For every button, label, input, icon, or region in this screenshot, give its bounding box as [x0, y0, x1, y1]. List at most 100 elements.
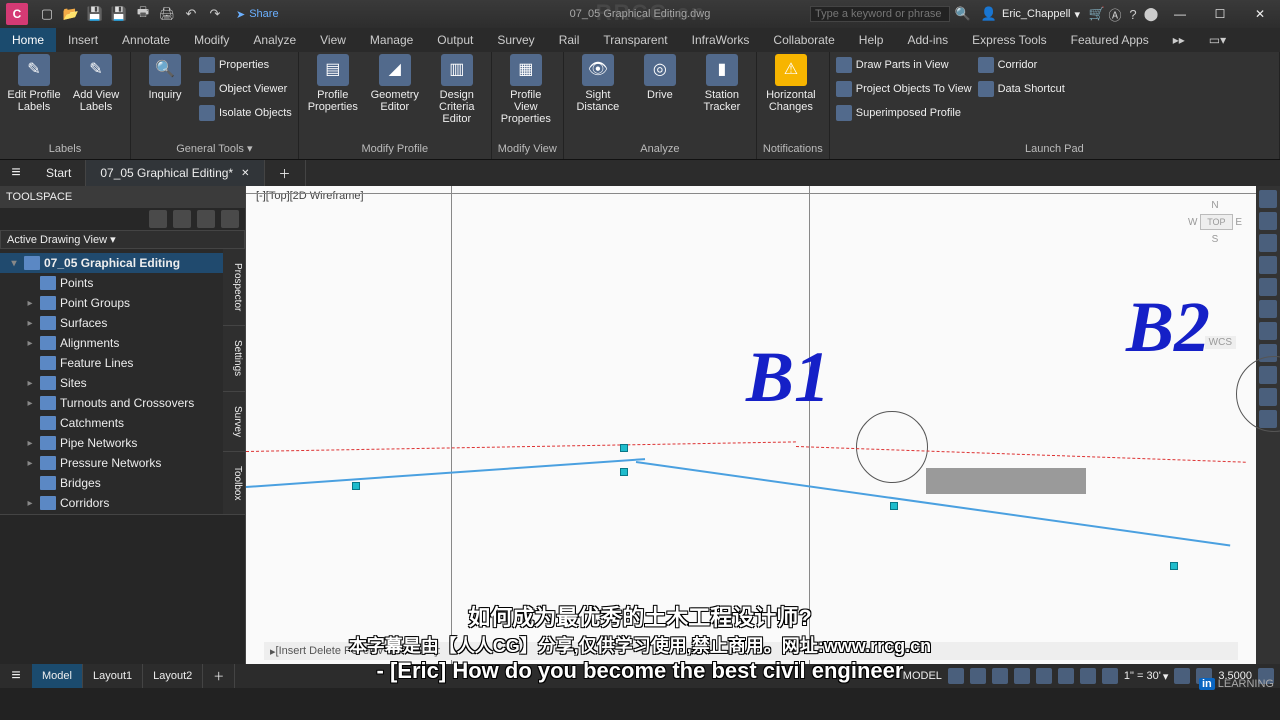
plot-icon[interactable]: 🖶 [134, 5, 152, 23]
tree-node-bridges[interactable]: Bridges [0, 473, 223, 493]
tree-node-surfaces[interactable]: ▸Surfaces [0, 313, 223, 333]
tab-annotate[interactable]: Annotate [110, 28, 182, 52]
edit-profile-labels-button[interactable]: ✎Edit ProfileLabels [6, 54, 62, 113]
station-tracker-button[interactable]: ▮StationTracker [694, 54, 750, 113]
tab-manage[interactable]: Manage [358, 28, 425, 52]
ts-help-icon[interactable] [221, 210, 239, 228]
pvi-grip[interactable] [1170, 562, 1178, 570]
new-doc-button[interactable]: ＋ [265, 160, 306, 186]
tab-analyze[interactable]: Analyze [241, 28, 308, 52]
tree-node-alignments[interactable]: ▸Alignments [0, 333, 223, 353]
apps-icon[interactable]: Ⓐ [1106, 5, 1124, 23]
side-tab-prospector[interactable]: Prospector [223, 249, 245, 326]
ortho-toggle-icon[interactable] [992, 668, 1008, 684]
wcs-label[interactable]: WCS [1205, 336, 1236, 349]
corridor-button[interactable]: Corridor [978, 54, 1065, 76]
scale-display[interactable]: 1" = 30' ▾ [1124, 670, 1168, 683]
close-button[interactable]: ✕ [1240, 0, 1280, 28]
close-icon[interactable]: ✕ [241, 168, 249, 179]
snap-toggle-icon[interactable] [970, 668, 986, 684]
horizontal-changes-button[interactable]: ⚠HorizontalChanges [763, 54, 819, 113]
tree-node-points[interactable]: Points [0, 273, 223, 293]
tree-node-turnouts[interactable]: ▸Turnouts and Crossovers [0, 393, 223, 413]
side-tab-survey[interactable]: Survey [223, 392, 245, 452]
nav-tool-icon[interactable] [1259, 322, 1277, 340]
side-tab-toolbox[interactable]: Toolbox [223, 452, 245, 514]
tab-insert[interactable]: Insert [56, 28, 110, 52]
pvi-grip[interactable] [352, 482, 360, 490]
geometry-editor-button[interactable]: ◢GeometryEditor [367, 54, 423, 113]
ts-tool-icon[interactable] [197, 210, 215, 228]
viewport-label[interactable]: [-][Top][2D Wireframe] [256, 190, 364, 202]
cloud-icon[interactable]: ⬤ [1142, 5, 1160, 23]
tab-rail[interactable]: Rail [547, 28, 592, 52]
tree-root[interactable]: ▾07_05 Graphical Editing [0, 253, 223, 273]
tree-node-pressure-networks[interactable]: ▸Pressure Networks [0, 453, 223, 473]
lwt-toggle-icon[interactable] [1102, 668, 1118, 684]
print-icon[interactable]: 🖨 [158, 5, 176, 23]
doc-menu-button[interactable]: ≡ [0, 164, 32, 182]
inquiry-button[interactable]: 🔍Inquiry [137, 54, 193, 101]
tab-express[interactable]: Express Tools [960, 28, 1058, 52]
dyn-toggle-icon[interactable] [1080, 668, 1096, 684]
superimposed-profile-button[interactable]: Superimposed Profile [836, 102, 972, 124]
panel-title[interactable]: General Tools ▾ [137, 140, 292, 159]
tab-help[interactable]: Help [847, 28, 896, 52]
nav-tool-icon[interactable] [1259, 212, 1277, 230]
search-input[interactable] [810, 6, 950, 22]
add-view-labels-button[interactable]: ✎Add ViewLabels [68, 54, 124, 113]
layout-tab-model[interactable]: Model [32, 664, 83, 688]
nav-tool-icon[interactable] [1259, 234, 1277, 252]
tab-modify[interactable]: Modify [182, 28, 241, 52]
undo-icon[interactable]: ↶ [182, 5, 200, 23]
drawing-canvas[interactable]: [-][Top][2D Wireframe] B1 B2 N W TOP E S… [246, 186, 1256, 664]
isolate-objects-button[interactable]: Isolate Objects [199, 102, 292, 124]
view-cube[interactable]: N W TOP E S [1188, 194, 1242, 251]
redo-icon[interactable]: ↷ [206, 5, 224, 23]
share-button[interactable]: ➤ Share [236, 8, 279, 21]
doc-tab-start[interactable]: Start [32, 160, 86, 186]
saveas-icon[interactable]: 💾 [110, 5, 128, 23]
tree-node-pipe-networks[interactable]: ▸Pipe Networks [0, 433, 223, 453]
new-layout-button[interactable]: ＋ [203, 664, 235, 688]
nav-tool-icon[interactable] [1259, 256, 1277, 274]
object-viewer-button[interactable]: Object Viewer [199, 78, 292, 100]
tab-survey[interactable]: Survey [485, 28, 546, 52]
osnap-toggle-icon[interactable] [1036, 668, 1052, 684]
tree-node-sites[interactable]: ▸Sites [0, 373, 223, 393]
layout-tab-layout1[interactable]: Layout1 [83, 664, 143, 688]
tab-addins[interactable]: Add-ins [895, 28, 960, 52]
minimize-button[interactable]: — [1160, 0, 1200, 28]
tree-node-catchments[interactable]: Catchments [0, 413, 223, 433]
polar-toggle-icon[interactable] [1014, 668, 1030, 684]
tab-featured[interactable]: Featured Apps [1059, 28, 1161, 52]
tab-collaborate[interactable]: Collaborate [761, 28, 846, 52]
profile-properties-button[interactable]: ▤ProfileProperties [305, 54, 361, 113]
project-objects-button[interactable]: Project Objects To View [836, 78, 972, 100]
tab-infraworks[interactable]: InfraWorks [680, 28, 762, 52]
save-icon[interactable]: 💾 [86, 5, 104, 23]
active-view-dropdown[interactable]: Active Drawing View ▾ [0, 230, 245, 249]
tab-output[interactable]: Output [425, 28, 485, 52]
gear-icon[interactable] [1174, 668, 1190, 684]
ts-tool-icon[interactable] [149, 210, 167, 228]
maximize-button[interactable]: ☐ [1200, 0, 1240, 28]
grid-toggle-icon[interactable] [948, 668, 964, 684]
pvi-grip[interactable] [620, 444, 628, 452]
pvi-grip[interactable] [620, 468, 628, 476]
doc-tab-active[interactable]: 07_05 Graphical Editing*✕ [86, 160, 264, 186]
model-indicator[interactable]: MODEL [903, 670, 942, 682]
pvi-grip[interactable] [890, 502, 898, 510]
ts-tool-icon[interactable] [173, 210, 191, 228]
dynamic-input-tooltip[interactable] [926, 468, 1086, 494]
open-icon[interactable]: 📂 [62, 5, 80, 23]
search-icon[interactable]: 🔍 [954, 5, 972, 23]
side-tab-settings[interactable]: Settings [223, 326, 245, 391]
layout-menu-button[interactable]: ≡ [0, 667, 32, 685]
tree-node-feature-lines[interactable]: Feature Lines [0, 353, 223, 373]
otrack-toggle-icon[interactable] [1058, 668, 1074, 684]
layout-tab-layout2[interactable]: Layout2 [143, 664, 203, 688]
draw-parts-button[interactable]: Draw Parts in View [836, 54, 972, 76]
profile-view-properties-button[interactable]: ▦Profile ViewProperties [498, 54, 554, 125]
tree-node-corridors[interactable]: ▸Corridors [0, 493, 223, 513]
